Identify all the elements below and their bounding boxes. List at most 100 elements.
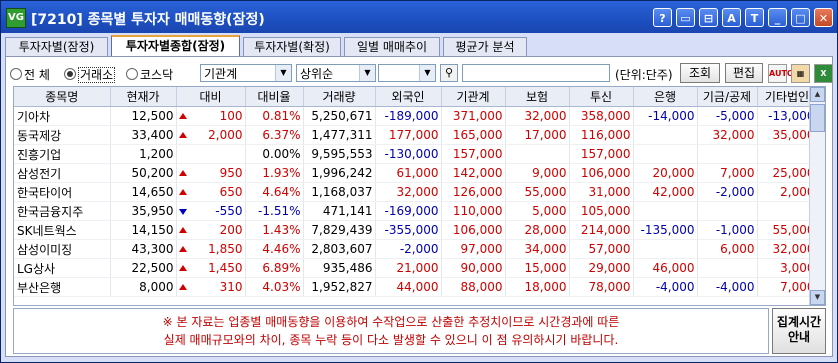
auto-icon[interactable]: AUTO bbox=[768, 64, 794, 83]
trust-cell: 57,000 bbox=[569, 239, 634, 259]
up-arrow-icon bbox=[178, 246, 187, 252]
table-row[interactable]: 삼성전기 50,200 950 1.93% 1,996,242 61,000 142,000… bbox=[14, 163, 818, 183]
table-row[interactable]: SK네트웍스 14,150 200 1.43% 7,829,439 -355,000 106… bbox=[14, 220, 818, 240]
volume-cell: 1,477,311 bbox=[303, 125, 376, 145]
institution-cell: 165,000 bbox=[441, 125, 506, 145]
change-value: 200 bbox=[219, 223, 243, 237]
institution-cell: 126,000 bbox=[441, 182, 506, 202]
col-header-trust[interactable]: 투신 bbox=[569, 87, 634, 107]
edit-button[interactable]: 편집 bbox=[725, 63, 763, 83]
stock-name-cell[interactable]: 삼성이미징 bbox=[14, 239, 111, 259]
col-header-bank[interactable]: 은행 bbox=[633, 87, 698, 107]
tab-investor-confirmed[interactable]: 투자자별(확정) bbox=[243, 37, 341, 56]
search-icon[interactable]: ⚲ bbox=[440, 64, 458, 82]
table-row[interactable]: 부산은행 8,000 310 4.03% 1,952,827 44,000 88,000 18… bbox=[14, 277, 818, 297]
stock-name-cell[interactable]: LG상사 bbox=[14, 258, 111, 278]
close-icon[interactable]: ✕ bbox=[814, 8, 833, 27]
aggregation-time-button[interactable]: 집계시간 안내 bbox=[772, 308, 826, 354]
maximize-icon[interactable]: □ bbox=[791, 8, 810, 27]
table-row[interactable]: 삼성이미징 43,300 1,850 4.46% 2,803,607 -2,000 97,0… bbox=[14, 239, 818, 259]
stock-name-cell[interactable]: 삼성전기 bbox=[14, 163, 111, 183]
foreign-cell: -189,000 bbox=[375, 106, 442, 126]
tab-avg-price[interactable]: 평균가 분석 bbox=[443, 37, 527, 56]
font-size-icon[interactable]: A bbox=[722, 8, 741, 27]
bank-cell: 42,000 bbox=[633, 182, 698, 202]
volume-cell: 935,486 bbox=[303, 258, 376, 278]
col-header-change[interactable]: 대비 bbox=[176, 87, 246, 107]
query-button[interactable]: 조회 bbox=[680, 63, 720, 83]
stock-name-cell[interactable]: 진흥기업 bbox=[14, 144, 111, 164]
table-row[interactable]: 한국타이어 14,650 650 4.64% 1,168,037 32,000 126,00… bbox=[14, 182, 818, 202]
rate-cell: 1.43% bbox=[245, 220, 304, 240]
stock-name-cell[interactable]: SK네트웍스 bbox=[14, 220, 111, 240]
title-bar[interactable]: VG [7210] 종목별 투자자 매매동향(잠정) ? ▭ ⊟ A T _ □… bbox=[1, 1, 837, 33]
col-header-name[interactable]: 종목명 bbox=[14, 87, 111, 107]
change-value: 2,000 bbox=[208, 128, 243, 142]
trust-cell: 106,000 bbox=[569, 163, 634, 183]
agg-button-line-1: 집계시간 bbox=[776, 315, 822, 329]
window-split-icon[interactable]: ⊟ bbox=[699, 8, 718, 27]
bank-cell: -4,000 bbox=[633, 277, 698, 297]
table-row[interactable]: 동국제강 33,400 2,000 6.37% 1,477,311 177,000 165,… bbox=[14, 125, 818, 145]
extra-select[interactable]: ▼ bbox=[378, 64, 436, 82]
volume-cell: 7,829,439 bbox=[303, 220, 376, 240]
institution-cell: 106,000 bbox=[441, 220, 506, 240]
table-row[interactable]: 기아차 12,500 100 0.81% 5,250,671 -189,000 371,00… bbox=[14, 106, 818, 126]
scroll-down-icon[interactable]: ▼ bbox=[810, 290, 825, 305]
col-header-price[interactable]: 현재가 bbox=[110, 87, 177, 107]
table-row[interactable]: 한국금융지주 35,950 -550 -1.51% 471,141 -169,000 110… bbox=[14, 201, 818, 221]
excel-export-icon[interactable]: X bbox=[814, 64, 833, 83]
change-cell bbox=[176, 144, 246, 164]
col-header-insurance[interactable]: 보험 bbox=[505, 87, 570, 107]
col-header-other-corp[interactable]: 기타법인 bbox=[757, 87, 818, 107]
col-header-foreign[interactable]: 외국인 bbox=[375, 87, 442, 107]
scroll-up-icon[interactable]: ▲ bbox=[810, 87, 825, 102]
up-arrow-icon bbox=[178, 265, 187, 271]
bank-cell: 46,000 bbox=[633, 258, 698, 278]
stock-name-cell[interactable]: 동국제강 bbox=[14, 125, 111, 145]
stock-name-cell[interactable]: 한국금융지주 bbox=[14, 201, 111, 221]
table-row[interactable]: LG상사 22,500 1,450 6.89% 935,486 21,000 90,000 1… bbox=[14, 258, 818, 278]
trust-cell: 214,000 bbox=[569, 220, 634, 240]
stock-name-cell[interactable]: 기아차 bbox=[14, 106, 111, 126]
text-option-icon[interactable]: T bbox=[745, 8, 764, 27]
col-header-volume[interactable]: 거래량 bbox=[303, 87, 376, 107]
rate-cell: 6.37% bbox=[245, 125, 304, 145]
stock-search-input[interactable] bbox=[462, 64, 610, 82]
other-corp-cell: 7,000 bbox=[757, 277, 818, 297]
vertical-scrollbar[interactable]: ▲ ▼ bbox=[809, 87, 825, 305]
help-icon[interactable]: ? bbox=[653, 8, 672, 27]
table-row[interactable]: 진흥기업 1,200 0.00% 9,595,553 -130,000 157,000 15… bbox=[14, 144, 818, 164]
investor-select[interactable]: 기관계 ▼ bbox=[200, 64, 292, 82]
bank-cell bbox=[633, 144, 698, 164]
scroll-thumb[interactable] bbox=[810, 104, 825, 132]
fund-cell: 6,000 bbox=[697, 239, 758, 259]
institution-cell: 142,000 bbox=[441, 163, 506, 183]
institution-cell: 371,000 bbox=[441, 106, 506, 126]
rank-select[interactable]: 상위순 ▼ bbox=[296, 64, 376, 82]
window-link-icon[interactable]: ▭ bbox=[676, 8, 695, 27]
tab-daily-trend[interactable]: 일별 매매추이 bbox=[344, 37, 440, 56]
up-arrow-icon bbox=[178, 284, 187, 290]
stock-name-cell[interactable]: 한국타이어 bbox=[14, 182, 111, 202]
grid-settings-icon[interactable]: ▦ bbox=[791, 64, 810, 83]
price-cell: 43,300 bbox=[110, 239, 177, 259]
minimize-icon[interactable]: _ bbox=[768, 8, 787, 27]
col-header-rate[interactable]: 대비율 bbox=[245, 87, 304, 107]
trust-cell: 29,000 bbox=[569, 258, 634, 278]
col-header-institution[interactable]: 기관계 bbox=[441, 87, 506, 107]
tab-investor-summary[interactable]: 투자자별종합(잠정) bbox=[111, 35, 240, 57]
radio-exchange[interactable]: 거래소 bbox=[64, 66, 116, 83]
radio-kosdaq[interactable]: 코스닥 bbox=[126, 66, 173, 83]
bank-cell bbox=[633, 125, 698, 145]
col-header-fund[interactable]: 기금/공제 bbox=[697, 87, 758, 107]
fund-cell: -5,000 bbox=[697, 106, 758, 126]
foreign-cell: 21,000 bbox=[375, 258, 442, 278]
trust-cell: 78,000 bbox=[569, 277, 634, 297]
stock-name-cell[interactable]: 부산은행 bbox=[14, 277, 111, 297]
up-arrow-icon bbox=[178, 189, 187, 195]
tab-investor-provisional[interactable]: 투자자별(잠정) bbox=[5, 37, 108, 56]
change-value: 1,850 bbox=[208, 242, 243, 256]
radio-all[interactable]: 전 체 bbox=[10, 66, 50, 83]
volume-cell: 1,996,242 bbox=[303, 163, 376, 183]
